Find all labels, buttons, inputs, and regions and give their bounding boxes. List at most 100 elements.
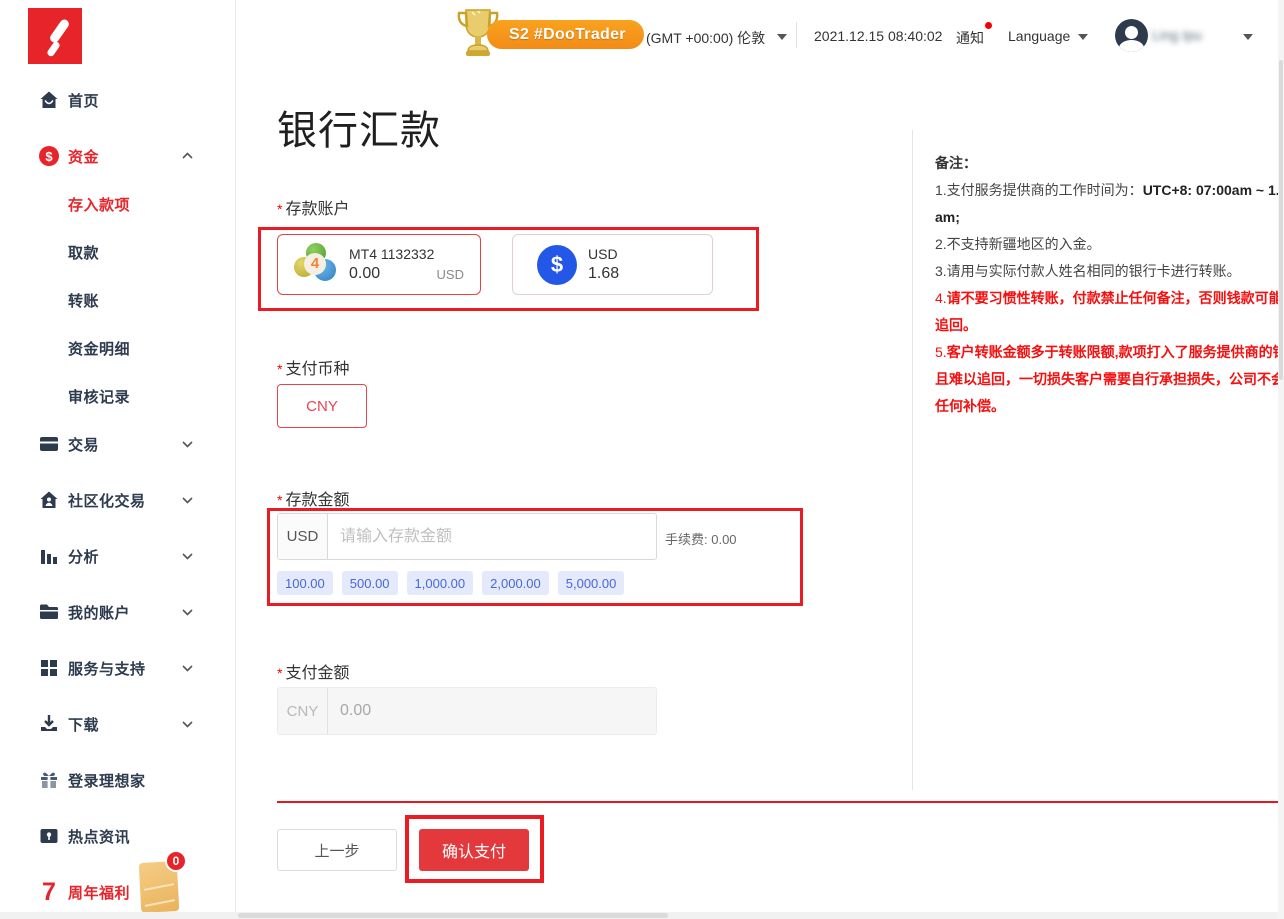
chevron-down-icon (182, 552, 193, 560)
deposit-account-label: *存款账户 (277, 195, 349, 219)
datetime-display: 2021.12.15 08:40:02 (814, 28, 942, 44)
account-name: MT4 1132332 (349, 246, 434, 262)
note-line: 3.请用与实际付款人姓名相同的银行卡进行转账。 (935, 258, 1284, 285)
quick-amount-chips: 100.00 500.00 1,000.00 2,000.00 5,000.00 (277, 571, 624, 595)
account-card-usd-wallet[interactable]: $ USD 1.68 (512, 234, 713, 295)
deposit-amount-group: USD (277, 513, 657, 560)
sidebar-item-label: 服务与支持 (68, 658, 146, 679)
sidebar-item-label: 转账 (68, 290, 99, 311)
deposit-amount-label: *存款金额 (277, 486, 349, 510)
sidebar-item-label: 登录理想家 (68, 770, 146, 791)
notification-dot (985, 22, 992, 29)
note-line-warning: 任何补偿。 (935, 393, 1284, 420)
sidebar-item-download[interactable]: 下载 (0, 708, 236, 740)
confirm-payment-button[interactable]: 确认支付 (419, 829, 529, 871)
seven-icon: 7 (38, 881, 60, 903)
avatar-torso (1119, 40, 1144, 52)
language-selector[interactable]: Language (1008, 28, 1070, 44)
sidebar-item-label: 社区化交易 (68, 490, 146, 511)
account-card-mt4[interactable]: 4 MT4 1132332 0.00 USD (277, 234, 481, 295)
account-name: USD (588, 246, 619, 262)
required-asterisk: * (277, 201, 282, 217)
sidebar-item-home[interactable]: 首页 (0, 84, 236, 116)
sidebar-item-my-accounts[interactable]: 我的账户 (0, 596, 236, 628)
news-pin-icon (38, 825, 60, 847)
quick-amount-button[interactable]: 2,000.00 (482, 571, 549, 595)
currency-option-cny[interactable]: CNY (277, 384, 367, 428)
sidebar-item-service-support[interactable]: 服务与支持 (0, 652, 236, 684)
sidebar-item-hot-news[interactable]: 热点资讯 (0, 820, 236, 852)
sidebar-item-community-trading[interactable]: 社区化交易 (0, 484, 236, 516)
folder-icon (38, 601, 60, 623)
card-icon (38, 433, 60, 455)
bar-chart-icon (38, 545, 60, 567)
chevron-up-icon (182, 152, 193, 160)
timezone-selector[interactable]: (GMT +00:00) 伦敦 (646, 28, 765, 48)
sidebar-item-audit-records[interactable]: 审核记录 (0, 380, 236, 412)
sidebar-item-trade[interactable]: 交易 (0, 428, 236, 460)
sidebar: 首页 $ 资金 存入款项 取款 转账 资金明细 审核记录 交易 社区化交易 (0, 0, 236, 919)
chevron-down-icon (182, 496, 193, 504)
quick-amount-button[interactable]: 500.00 (342, 571, 398, 595)
notifications-button[interactable]: 通知 (956, 28, 984, 48)
sidebar-item-analysis[interactable]: 分析 (0, 540, 236, 572)
header-divider (796, 22, 797, 48)
doo-trader-badge[interactable]: S2 #DooTrader (487, 20, 644, 49)
brand-logo[interactable] (28, 8, 82, 64)
sidebar-item-label: 热点资讯 (68, 826, 130, 847)
avatar-head (1125, 26, 1138, 39)
scrollbar-thumb[interactable] (1279, 60, 1283, 380)
usd-circle-icon: $ (537, 245, 577, 285)
pay-currency-label: *支付币种 (277, 355, 349, 379)
vertical-scrollbar[interactable] (1278, 0, 1284, 919)
scrollbar-thumb[interactable] (238, 913, 668, 918)
currency-prefix: CNY (278, 688, 328, 734)
sidebar-item-label: 分析 (68, 546, 99, 567)
user-name-blurred[interactable]: Ling Ipu (1152, 27, 1202, 43)
quick-amount-button[interactable]: 5,000.00 (558, 571, 625, 595)
content-divider (912, 130, 913, 790)
sidebar-item-ideal-home[interactable]: 登录理想家 (0, 764, 236, 796)
notification-badge: 0 (165, 850, 187, 872)
chevron-down-icon[interactable] (1078, 34, 1088, 40)
fee-label: 手续费: 0.00 (665, 529, 737, 548)
download-icon (38, 713, 60, 735)
previous-step-button[interactable]: 上一步 (277, 829, 397, 871)
note-line-warning: 5.客户转账金额多于转账限额,款项打入了服务提供商的钱 (935, 339, 1284, 366)
sidebar-item-label: 资金 (68, 146, 99, 167)
sidebar-item-withdraw[interactable]: 取款 (0, 236, 236, 268)
sidebar-item-label: 资金明细 (68, 338, 130, 359)
chevron-down-icon[interactable] (777, 34, 787, 40)
sidebar-item-label: 审核记录 (68, 386, 130, 407)
sidebar-item-label: 下载 (68, 714, 99, 735)
horizontal-scrollbar[interactable] (0, 912, 1284, 919)
required-asterisk: * (277, 492, 282, 508)
pay-amount-group: CNY (277, 687, 657, 735)
account-balance: 0.00 (349, 265, 434, 283)
sidebar-item-funds[interactable]: $ 资金 (0, 140, 236, 172)
sidebar-item-label: 我的账户 (68, 602, 130, 623)
page-title: 银行汇款 (277, 98, 441, 156)
sidebar-item-anniversary-benefits[interactable]: 7 周年福利 (0, 876, 236, 908)
quick-amount-button[interactable]: 100.00 (277, 571, 333, 595)
chevron-down-icon (182, 664, 193, 672)
sidebar-item-transfer[interactable]: 转账 (0, 284, 236, 316)
sidebar-item-fund-details[interactable]: 资金明细 (0, 332, 236, 364)
account-balance: 1.68 (588, 265, 619, 283)
sidebar-item-deposit[interactable]: 存入款项 (0, 188, 236, 220)
quick-amount-button[interactable]: 1,000.00 (407, 571, 474, 595)
note-line: 2.不支持新疆地区的入金。 (935, 231, 1284, 258)
deposit-amount-input[interactable] (328, 514, 656, 559)
account-currency: USD (437, 267, 464, 282)
chevron-down-icon[interactable] (1243, 34, 1253, 40)
required-asterisk: * (277, 665, 282, 681)
sidebar-item-label: 取款 (68, 242, 99, 263)
badge-text: S2 #DooTrader (509, 26, 626, 44)
logo-mark (46, 40, 61, 57)
chevron-down-icon (182, 608, 193, 616)
sidebar-item-label: 周年福利 (68, 882, 130, 903)
notes-title: 备注： (935, 150, 1284, 177)
user-avatar[interactable] (1115, 19, 1148, 52)
note-line: am; (935, 204, 1284, 231)
notes-panel: 备注： 1.支付服务提供商的工作时间为：UTC+8: 07:00am ~ 1. … (935, 150, 1284, 420)
